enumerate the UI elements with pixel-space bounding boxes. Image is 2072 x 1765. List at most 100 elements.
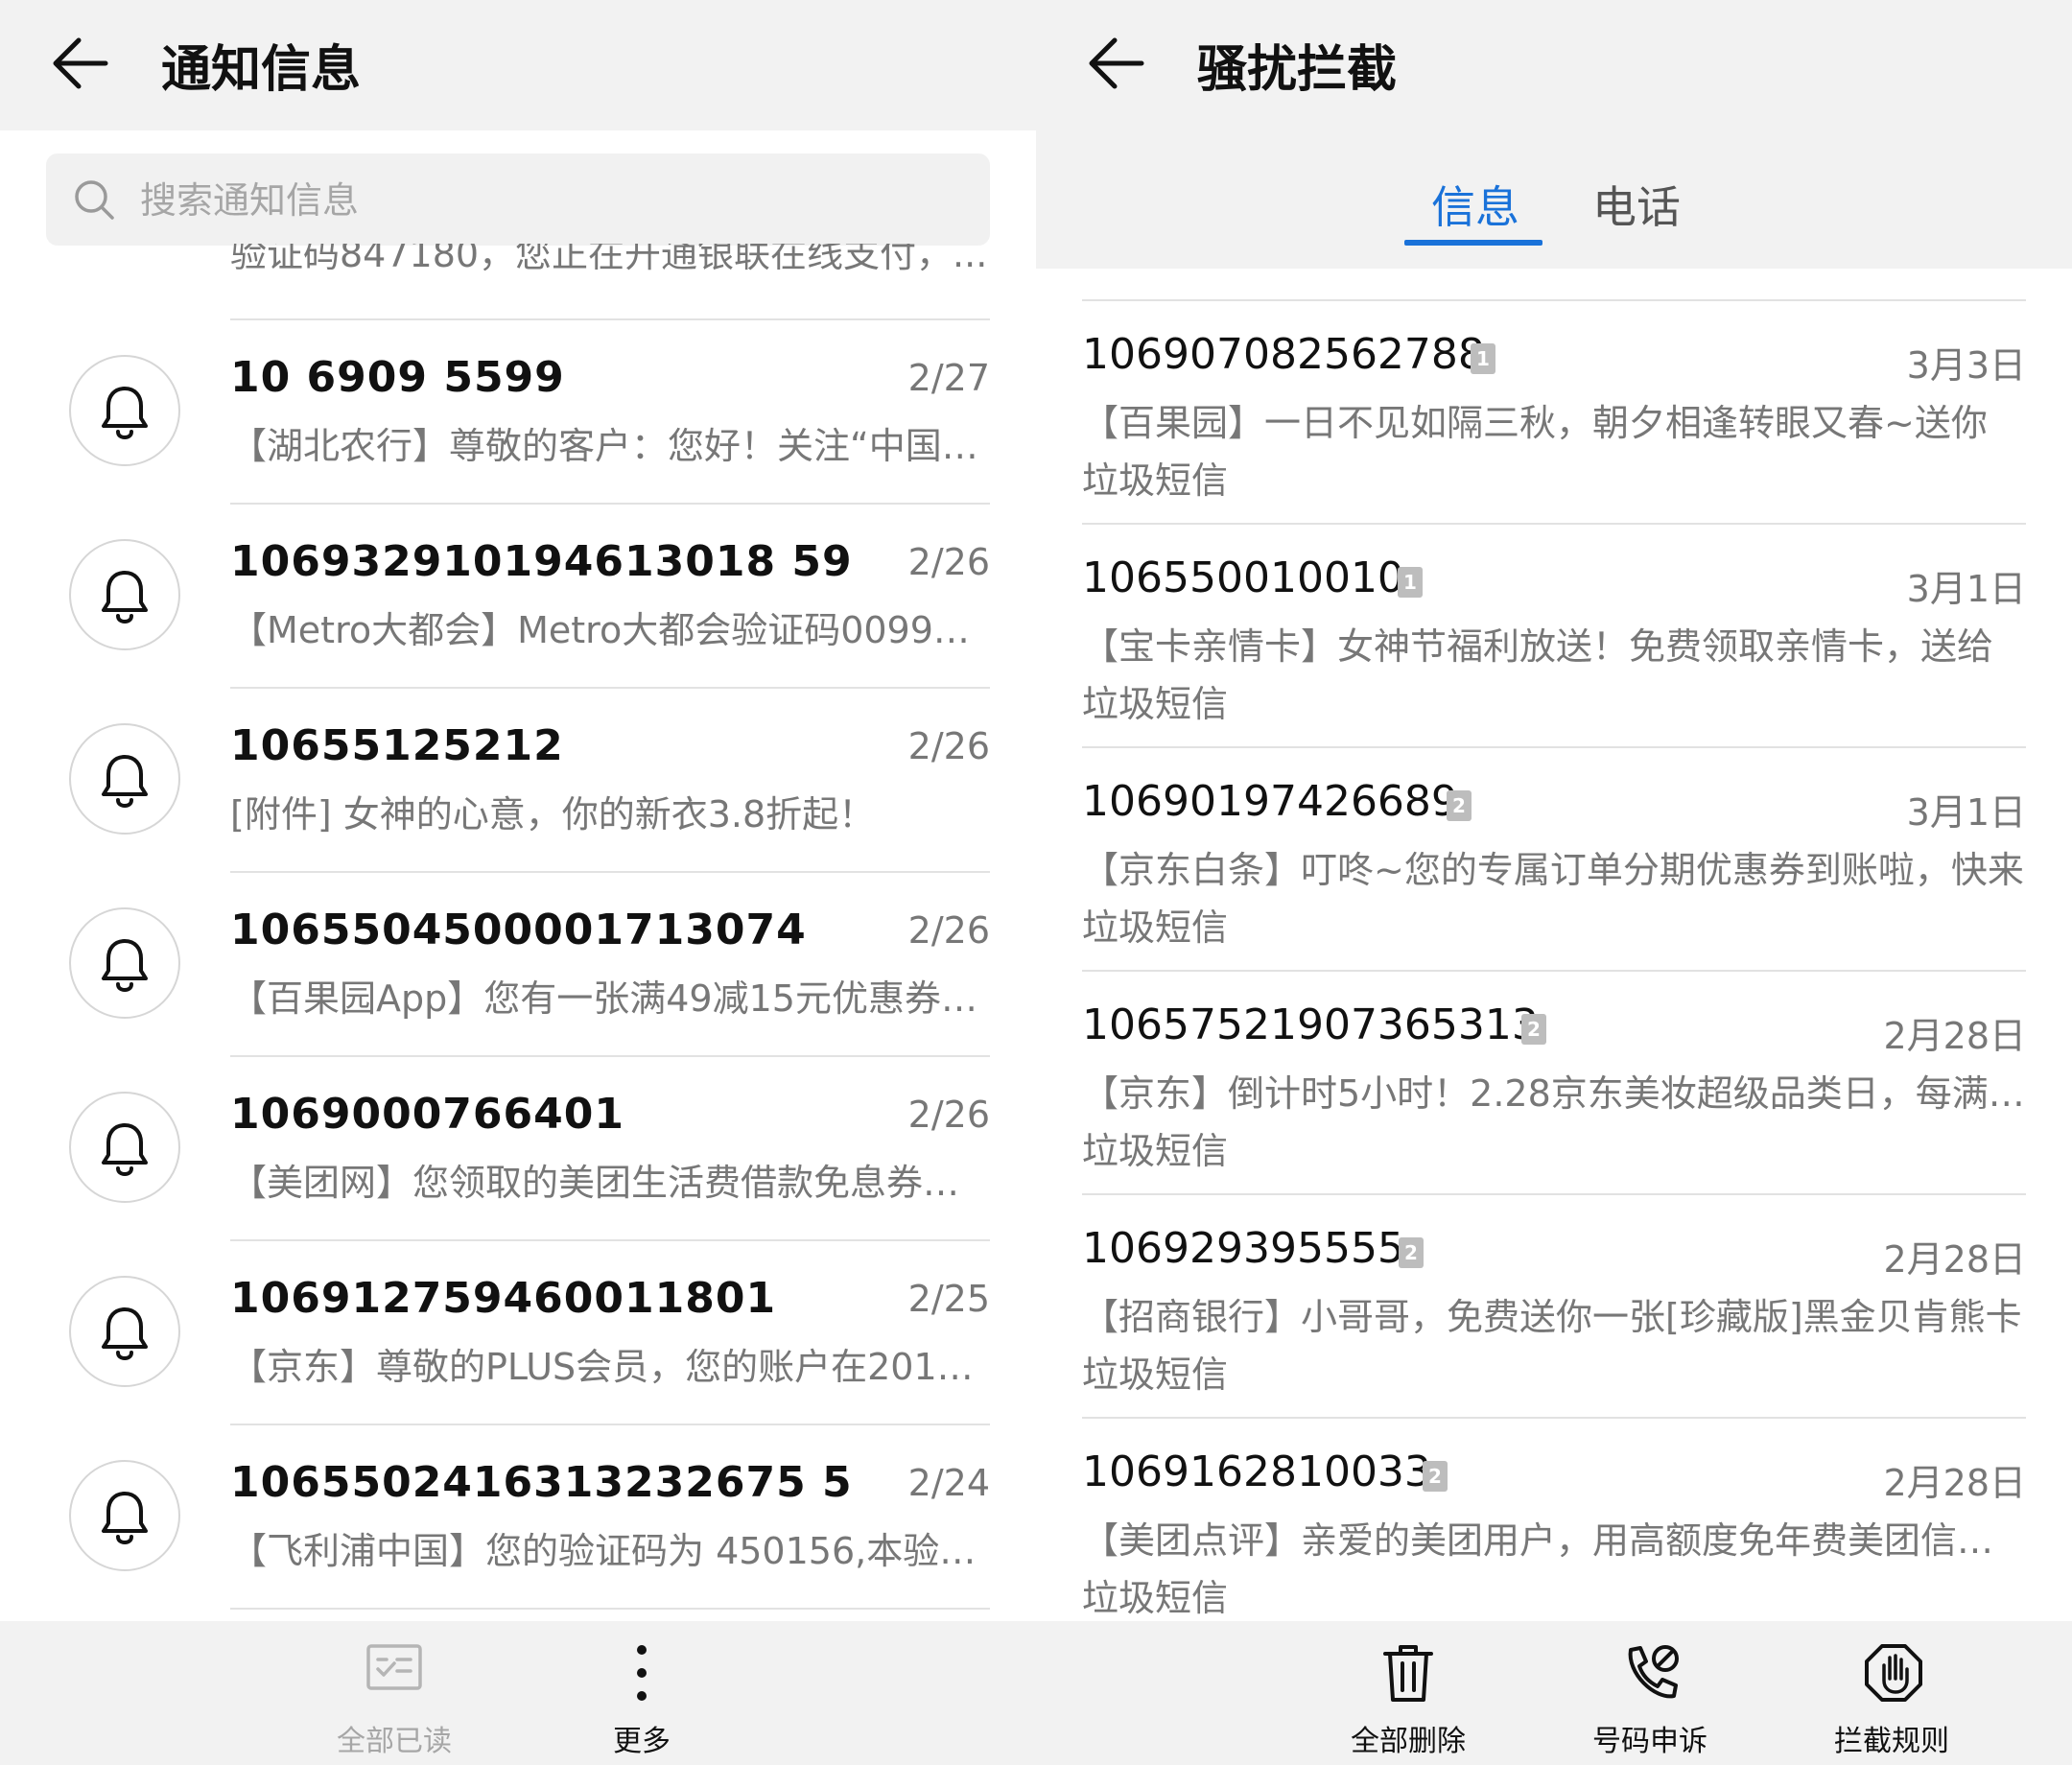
- spam-tag: 垃圾短信: [1082, 906, 1229, 949]
- message-preview: 【飞利浦中国】您的验证码为 450156,本验证码5分钟内有效: [230, 1530, 990, 1572]
- back-arrow-icon[interactable]: [1088, 36, 1145, 90]
- message-date: 2/26: [907, 1094, 990, 1136]
- number-appeal-button[interactable]: 号码申诉: [1554, 1621, 1746, 1765]
- sender-number: 1065502416313232675 5: [230, 1458, 853, 1507]
- sender-number: 106907082562788: [1082, 330, 1485, 379]
- notification-row[interactable]: 10 6909 5599 2/27 【湖北农行】尊敬的客户：您好！关注“中国农业银行…: [0, 320, 1036, 505]
- message-date: 2月28日: [1883, 1462, 2026, 1504]
- message-date: 2/26: [907, 725, 990, 767]
- message-date: 2/27: [907, 357, 990, 399]
- sender-number: 1069162810033: [1082, 1447, 1431, 1496]
- spam-block-panel: 骚扰拦截 信息 电话 106907082562788 1 3月3日 【百果园】一日不见…: [1036, 0, 2072, 1765]
- bottom-toolbar: 全部已读 更多: [0, 1621, 1036, 1765]
- sim-card-icon: 2: [1447, 790, 1472, 821]
- active-tab-indicator: [1404, 240, 1542, 246]
- spam-message-row[interactable]: 1069162810033 2 2月28日【美团点评】亲爱的美团用户，用高额度免年费…: [1036, 1419, 2072, 1641]
- sender-number: 10690197426689: [1082, 777, 1458, 826]
- spam-tag: 垃圾短信: [1082, 459, 1229, 502]
- bell-avatar: [69, 907, 180, 1019]
- message-preview: 【京东】倒计时5小时！2.28京东美妆超级品类日，每满199减100: [1082, 1072, 2026, 1115]
- notification-row[interactable]: 1065502416313232675 5 2/24 【飞利浦中国】您的验证码为 4…: [0, 1425, 1036, 1610]
- block-rules-label: 拦截规则: [1834, 1725, 1949, 1758]
- sim-card-icon: 1: [1398, 567, 1423, 598]
- message-preview: 【百果园】一日不见如隔三秋，朝夕相逢转眼又春~送你: [1082, 402, 1988, 444]
- spam-message-row[interactable]: 10657521907365313 2 2月28日 【京东】倒计时5小时！2.28京东…: [1036, 972, 2072, 1194]
- sender-number: 106912759460011801: [230, 1274, 777, 1323]
- number-appeal-label: 号码申诉: [1592, 1725, 1707, 1758]
- spam-tag: 垃圾短信: [1082, 683, 1229, 725]
- spam-tag: 垃圾短信: [1082, 1130, 1229, 1172]
- spam-tag: 垃圾短信: [1082, 1353, 1229, 1396]
- block-rules-button[interactable]: 拦截规则: [1796, 1621, 1988, 1765]
- mark-all-read-label: 全部已读: [337, 1725, 452, 1758]
- message-preview: 【宝卡亲情卡】女神节福利放送！免费领取亲情卡，送给: [1082, 625, 1994, 668]
- sim-card-icon: 2: [1521, 1014, 1546, 1045]
- sender-number: 10 6909 5599: [230, 353, 565, 402]
- message-preview: 【Metro大都会】Metro大都会验证码00990，请在页面中输入: [230, 609, 990, 651]
- message-preview: 【美团网】您领取的美团生活费借款免息券即将到期: [230, 1162, 990, 1204]
- bell-avatar: [69, 1092, 180, 1203]
- notification-row[interactable]: 10655125212 2/26 [附件] 女神的心意，你的新衣3.8折起！: [0, 689, 1036, 873]
- message-date: 2月28日: [1883, 1238, 2026, 1281]
- delete-all-button[interactable]: 全部删除: [1312, 1621, 1504, 1765]
- message-date: 2/26: [907, 541, 990, 583]
- message-date: 2/24: [907, 1462, 990, 1504]
- message-preview: 【京东白条】叮咚~您的专属订单分期优惠券到账啦，快来: [1082, 849, 2024, 891]
- sender-number: 106929395555: [1082, 1224, 1404, 1273]
- message-date: 3月1日: [1906, 568, 2026, 610]
- more-icon: [637, 1645, 647, 1701]
- tab-messages[interactable]: 信息: [1431, 173, 1519, 236]
- message-preview: 【湖北农行】尊敬的客户：您好！关注“中国农业银行湖北分行”微信公众号: [230, 425, 990, 467]
- message-date: 2月28日: [1883, 1015, 2026, 1057]
- message-date: 2/25: [907, 1278, 990, 1320]
- sender-number: 106550010010: [1082, 553, 1404, 602]
- page-title: 骚扰拦截: [1197, 41, 1398, 99]
- sender-number: 1069000766401: [230, 1090, 624, 1139]
- message-preview: [附件] 女神的心意，你的新衣3.8折起！: [230, 793, 876, 835]
- search-bar[interactable]: [46, 153, 990, 246]
- notification-row[interactable]: 106932910194613018 59 2/26 【Metro大都会】Metro…: [0, 505, 1036, 689]
- stop-hand-icon: [1865, 1644, 1922, 1702]
- bell-avatar: [69, 1276, 180, 1387]
- bell-avatar: [69, 723, 180, 835]
- message-preview: 【京东】尊敬的PLUS会员，您的账户在2019年获得: [230, 1346, 990, 1388]
- notification-row[interactable]: 1069000766401 2/26 【美团网】您领取的美团生活费借款免息券即将到期: [0, 1057, 1036, 1241]
- search-icon: [75, 180, 114, 220]
- delete-all-label: 全部删除: [1351, 1725, 1466, 1758]
- search-input[interactable]: [138, 171, 967, 230]
- message-preview: 【招商银行】小哥哥，免费送你一张[珍藏版]黑金贝肯熊卡: [1082, 1296, 2022, 1338]
- sender-number: 106932910194613018 59: [230, 537, 853, 586]
- spam-message-row[interactable]: 106929395555 2 2月28日【招商银行】小哥哥，免费送你一张[珍藏版]黑…: [1036, 1195, 2072, 1418]
- sim-card-icon: 1: [1471, 343, 1495, 374]
- notification-row[interactable]: 106912759460011801 2/25 【京东】尊敬的PLUS会员，您的账户…: [0, 1241, 1036, 1425]
- sender-number: 1065504500001713074: [230, 906, 807, 954]
- back-arrow-icon[interactable]: [52, 36, 109, 90]
- bottom-toolbar: 全部删除 号码申诉 拦截规则: [1036, 1621, 2072, 1765]
- tab-calls[interactable]: 电话: [1592, 173, 1681, 236]
- message-preview: 【百果园App】您有一张满49减15元优惠券即将过期: [230, 977, 990, 1020]
- sender-number: 10655125212: [230, 721, 564, 770]
- partial-list-item[interactable]: 验证码847180，您正在开通银联在线支付，...: [230, 244, 988, 278]
- spam-tag: 垃圾短信: [1082, 1577, 1229, 1619]
- more-label: 更多: [613, 1725, 671, 1758]
- message-preview: 【美团点评】亲爱的美团用户，用高额度免年费美团信用卡: [1082, 1519, 2026, 1562]
- mark-all-read-button[interactable]: 全部已读: [298, 1621, 490, 1765]
- spam-block-header: 骚扰拦截 信息 电话: [1036, 0, 2072, 269]
- page-title: 通知信息: [161, 41, 362, 99]
- sim-card-icon: 2: [1423, 1461, 1448, 1492]
- list-divider: [230, 1608, 990, 1610]
- phone-appeal-icon: [1628, 1645, 1679, 1699]
- notifications-panel: 通知信息 验证码847180，您正在开通银联在线支付，... 10 6909 5…: [0, 0, 1036, 1765]
- spam-message-row[interactable]: 10690197426689 2 3月1日【京东白条】叮咚~您的专属订单分期优惠券到…: [1036, 748, 2072, 971]
- message-date: 2/26: [907, 909, 990, 952]
- bell-avatar: [69, 355, 180, 466]
- bell-avatar: [69, 539, 180, 650]
- sim-card-icon: 2: [1399, 1237, 1424, 1268]
- message-date: 3月3日: [1906, 344, 2026, 387]
- message-date: 3月1日: [1906, 791, 2026, 834]
- more-button[interactable]: 更多: [546, 1621, 738, 1765]
- partial-preview: 验证码847180，您正在开通银联在线支付，...: [230, 244, 988, 275]
- spam-message-row[interactable]: 106907082562788 1 3月3日【百果园】一日不见如隔三秋，朝夕相逢转眼…: [1036, 301, 2072, 524]
- spam-message-row[interactable]: 106550010010 1 3月1日【宝卡亲情卡】女神节福利放送！免费领取亲情卡，…: [1036, 525, 2072, 747]
- notification-row[interactable]: 1065504500001713074 2/26 【百果园App】您有一张满49减1…: [0, 873, 1036, 1057]
